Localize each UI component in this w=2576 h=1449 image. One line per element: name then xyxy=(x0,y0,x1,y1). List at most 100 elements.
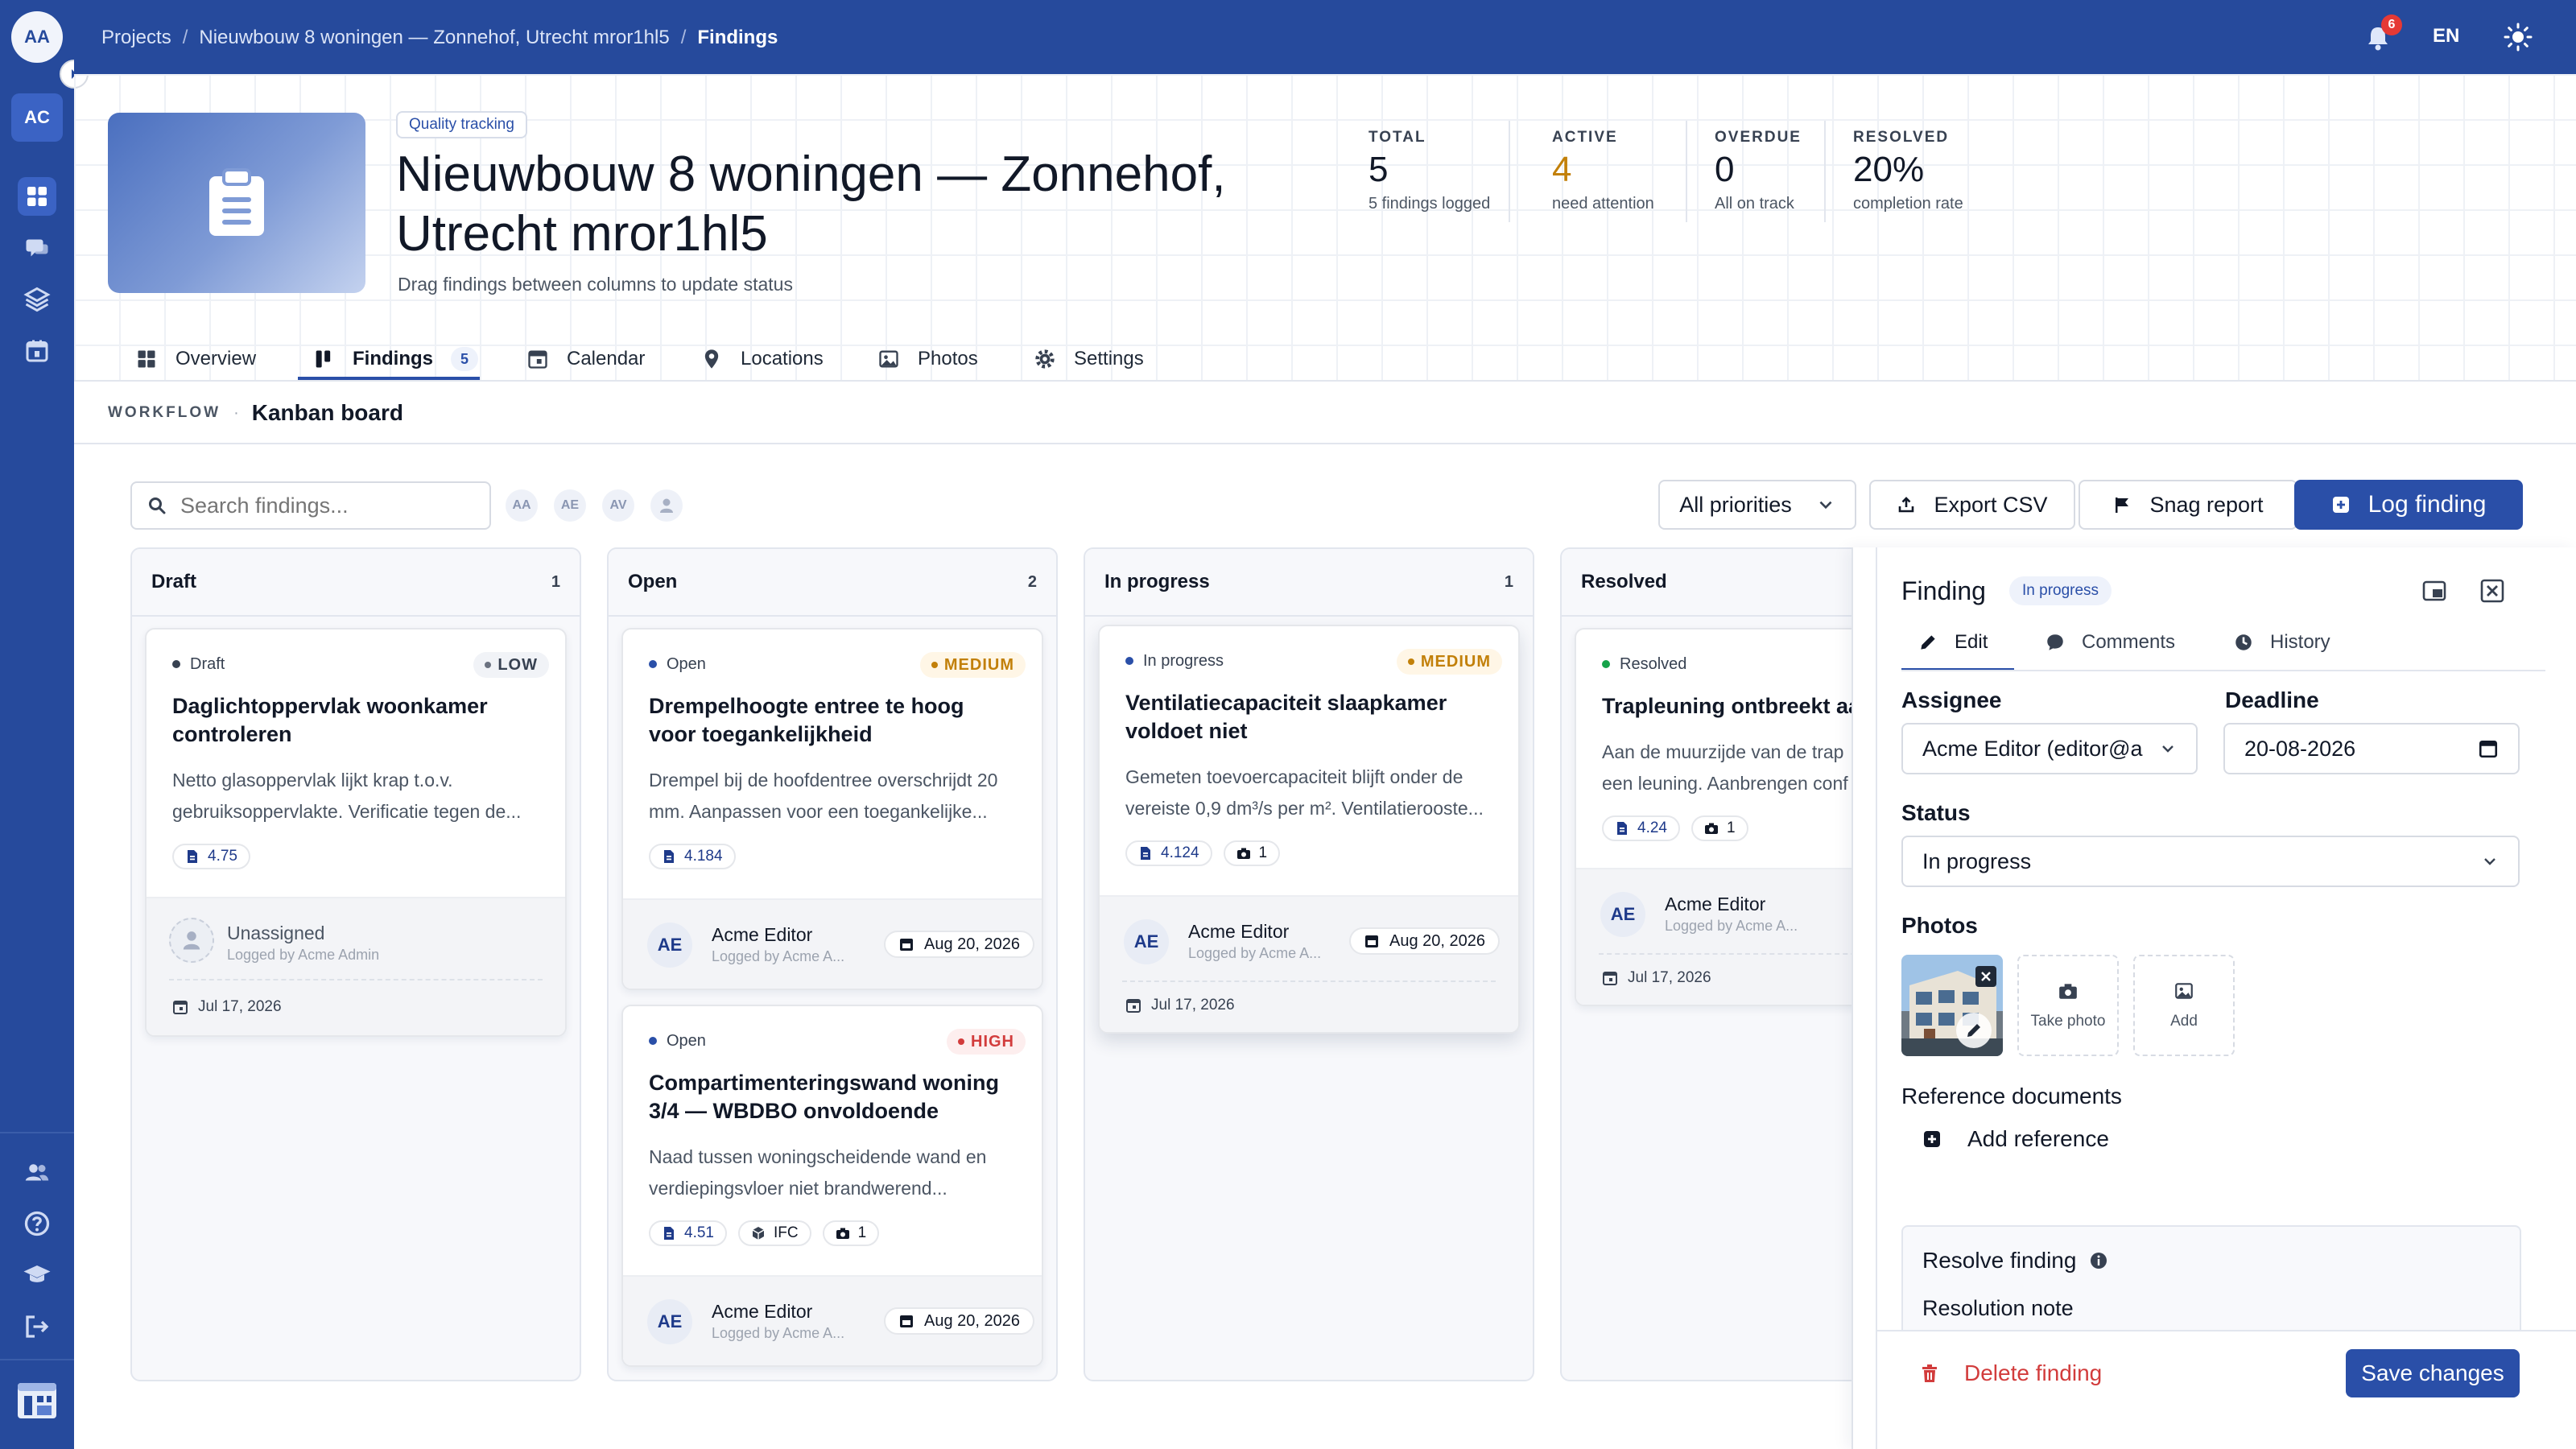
kanban-column-resolved: Resolved 1 Resolved Trapleuning ontbreek… xyxy=(1560,547,1882,1381)
search-input[interactable] xyxy=(180,493,470,518)
column-title: Open xyxy=(628,571,678,592)
tab-calendar[interactable]: Calendar xyxy=(526,340,645,378)
finding-card[interactable]: Resolved Trapleuning ontbreekt aan Aan d… xyxy=(1575,628,1882,1006)
delete-finding-button[interactable]: Delete finding xyxy=(1921,1356,2102,1391)
card-status-label: Resolved xyxy=(1620,654,1687,673)
clipboard-icon xyxy=(209,168,264,236)
nav-team[interactable] xyxy=(18,1153,56,1191)
panel-close-button[interactable] xyxy=(2479,578,2505,604)
reference-chip[interactable]: 4.124 xyxy=(1125,840,1212,866)
grid-icon xyxy=(138,350,155,368)
stat-divider xyxy=(1686,121,1687,222)
assignee-select[interactable]: Acme Editor (editor@a xyxy=(1901,723,2198,774)
rail-divider xyxy=(0,1359,74,1360)
search-box[interactable] xyxy=(130,481,491,530)
status-select[interactable]: In progress xyxy=(1901,836,2520,887)
filter-avatar-ae[interactable]: AE xyxy=(554,489,586,522)
assignee-value: Acme Editor (editor@a xyxy=(1922,736,2143,761)
photo-thumbnail[interactable] xyxy=(1901,955,2003,1056)
snag-report-button[interactable]: Snag report xyxy=(2079,480,2297,530)
building-logo xyxy=(18,1383,56,1418)
log-finding-label: Log finding xyxy=(2368,491,2487,518)
breadcrumb-project-link[interactable]: Nieuwbouw 8 woningen — Zonnehof, Utrecht… xyxy=(199,27,669,49)
photo-count-chip[interactable]: 1 xyxy=(1223,840,1281,866)
deadline-input[interactable]: 20-08-2026 xyxy=(2223,723,2520,774)
column-header: In progress 1 xyxy=(1085,549,1533,617)
tab-findings[interactable]: Findings 5 xyxy=(312,340,478,378)
finding-card-selected[interactable]: In progress MEDIUM Ventilatiecapaciteit … xyxy=(1098,625,1520,1034)
take-photo-button[interactable]: Take photo xyxy=(2017,955,2119,1056)
card-title: Compartimenteringswand woning 3/4 — WBDB… xyxy=(649,1071,1000,1123)
nav-calendar[interactable] xyxy=(18,332,56,370)
breadcrumb-projects-link[interactable]: Projects xyxy=(101,27,171,49)
assignee-avatar: AE xyxy=(647,1299,692,1344)
nav-dashboard[interactable] xyxy=(18,177,56,216)
add-reference-label: Add reference xyxy=(1967,1126,2109,1151)
calendar-icon xyxy=(1603,972,1617,985)
card-logged-by: Logged by Acme A... xyxy=(712,948,845,964)
panel-expand-button[interactable] xyxy=(2421,578,2447,604)
card-title: Drempelhoogte entree te hoog voor toegan… xyxy=(649,694,964,746)
finding-card[interactable]: Open HIGH Compartimenteringswand woning … xyxy=(621,1005,1043,1367)
nav-logout[interactable] xyxy=(18,1307,56,1346)
tab-settings[interactable]: Settings xyxy=(1034,340,1144,378)
filter-avatar-av[interactable]: AV xyxy=(602,489,634,522)
column-title: In progress xyxy=(1104,571,1210,592)
priority-label: MEDIUM xyxy=(1420,652,1491,671)
tab-photos[interactable]: Photos xyxy=(877,340,978,378)
nav-layers[interactable] xyxy=(18,280,56,319)
log-finding-button[interactable]: Log finding xyxy=(2294,480,2523,530)
document-icon xyxy=(664,1227,674,1240)
stat-active-caption: need attention xyxy=(1552,195,1654,213)
panel-tab-history[interactable]: History xyxy=(2233,631,2330,654)
theme-toggle[interactable] xyxy=(2499,18,2537,56)
nav-learning[interactable] xyxy=(18,1256,56,1294)
finding-card[interactable]: Open MEDIUM Drempelhoogte entree te hoog… xyxy=(621,628,1043,990)
annotate-photo-button[interactable] xyxy=(1956,1013,1992,1048)
assignee-avatar: AE xyxy=(647,923,692,968)
filter-avatar-aa[interactable]: AA xyxy=(506,489,538,522)
card-created-date: Jul 17, 2026 xyxy=(1125,997,1235,1014)
stat-total-label: TOTAL xyxy=(1368,129,1426,146)
chevron-down-icon xyxy=(2484,858,2496,865)
nav-messages[interactable] xyxy=(18,229,56,267)
save-changes-button[interactable]: Save changes xyxy=(2346,1349,2520,1397)
reference-chip[interactable]: 4.75 xyxy=(172,844,250,869)
export-csv-button[interactable]: Export CSV xyxy=(1869,480,2075,530)
reference-code: 4.184 xyxy=(684,848,723,865)
panel-tab-edit[interactable]: Edit xyxy=(1918,631,1988,654)
column-count: 1 xyxy=(551,572,560,591)
priority-label: MEDIUM xyxy=(943,655,1014,674)
column-title: Resolved xyxy=(1581,571,1667,592)
photo-count-chip[interactable]: 1 xyxy=(822,1220,880,1246)
language-switch[interactable]: EN xyxy=(2433,25,2459,47)
org-switcher[interactable]: AC xyxy=(11,93,63,142)
reference-chip[interactable]: 4.51 xyxy=(649,1220,727,1246)
pencil-icon xyxy=(1967,1024,1980,1037)
reference-chip[interactable]: 4.24 xyxy=(1602,815,1680,841)
add-reference-button[interactable]: Add reference xyxy=(1922,1119,2109,1159)
add-photo-button[interactable]: Add xyxy=(2133,955,2235,1056)
status-value: In progress xyxy=(1922,848,2032,873)
ifc-chip[interactable]: IFC xyxy=(737,1220,811,1246)
photo-count: 1 xyxy=(857,1224,867,1241)
finding-card[interactable]: Draft LOW Daglichtoppervlak woonkamer co… xyxy=(145,628,567,1037)
reference-chip[interactable]: 4.184 xyxy=(649,844,736,869)
notifications-button[interactable]: 6 xyxy=(2359,14,2402,56)
card-assignee: Acme Editor xyxy=(712,1301,813,1322)
photo-count-chip[interactable]: 1 xyxy=(1690,815,1748,841)
panel-tab-comments[interactable]: Comments xyxy=(2045,631,2175,654)
tab-locations[interactable]: Locations xyxy=(700,340,824,378)
tab-overview[interactable]: Overview xyxy=(135,340,256,378)
user-avatar[interactable]: AA xyxy=(11,11,63,63)
chevron-down-icon xyxy=(2162,745,2174,753)
card-description-line: Drempel bij de hoofdentree overschrijdt … xyxy=(649,770,998,791)
export-csv-label: Export CSV xyxy=(1934,492,2048,517)
priority-select[interactable]: All priorities xyxy=(1658,480,1856,530)
stat-overdue-caption: All on track xyxy=(1715,195,1794,213)
document-icon xyxy=(1617,822,1627,835)
status-dot xyxy=(649,1037,657,1045)
remove-photo-button[interactable] xyxy=(1975,966,1996,987)
filter-unassigned[interactable] xyxy=(650,489,683,522)
nav-help[interactable] xyxy=(18,1204,56,1243)
